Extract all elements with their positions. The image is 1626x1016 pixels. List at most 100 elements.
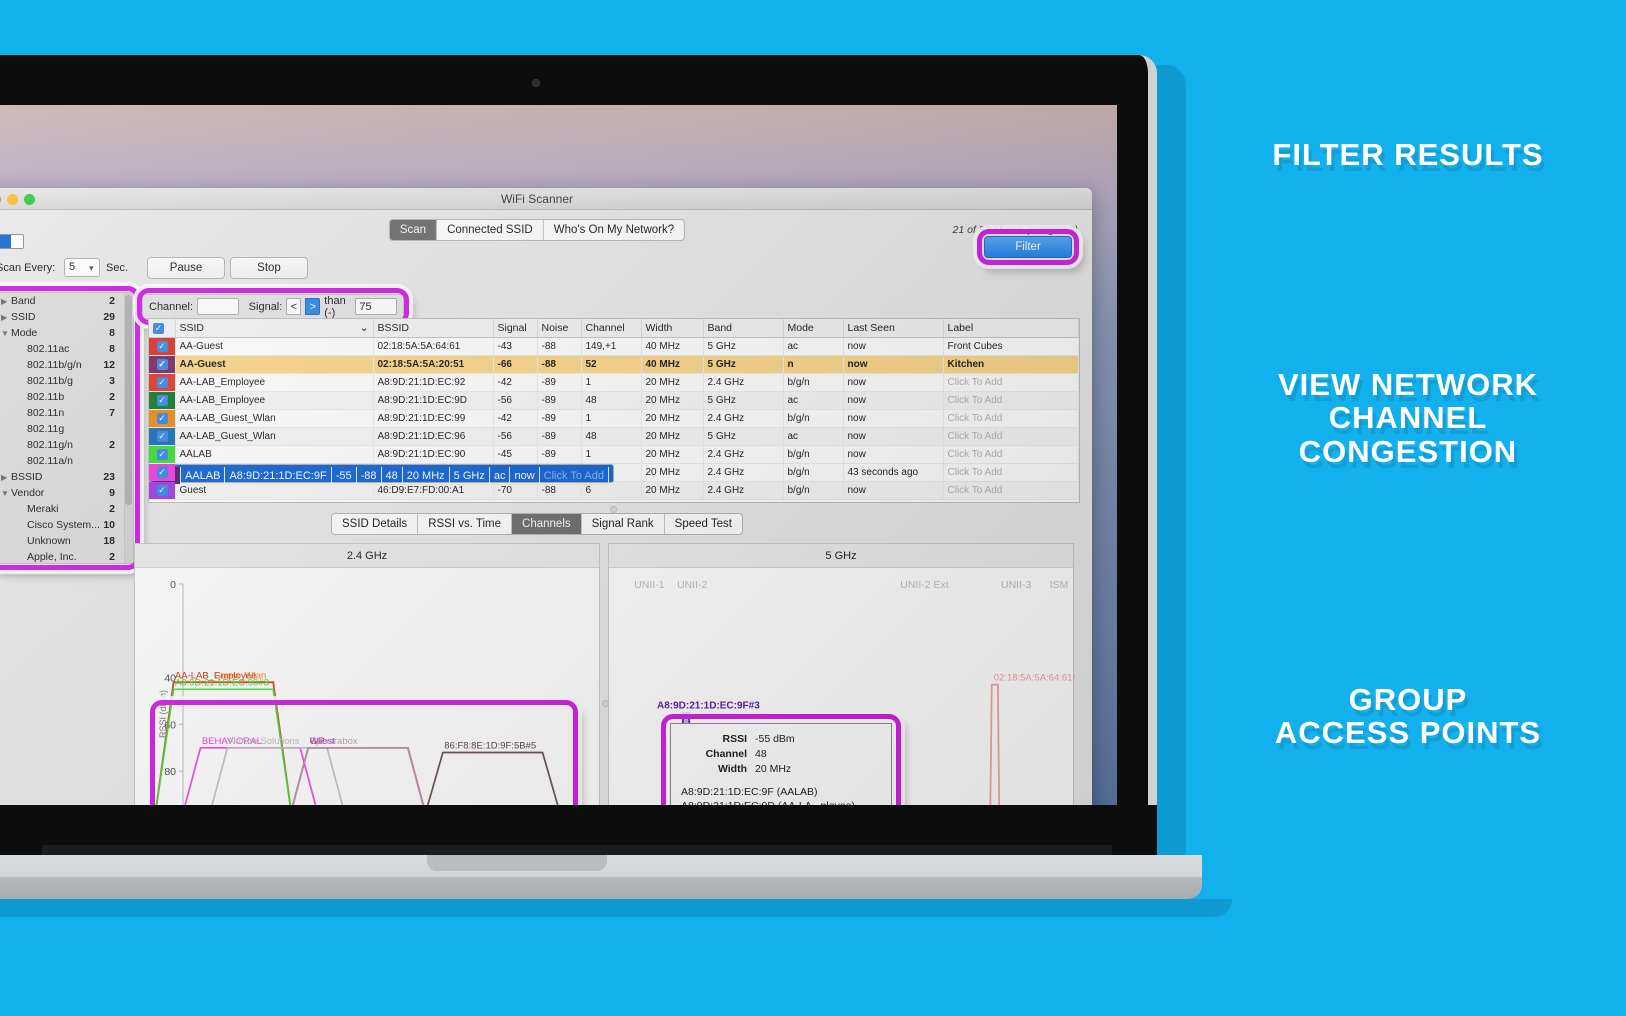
row-color-swatch-cell[interactable]: ✓ [149,464,176,482]
sidebar-item-802-11g-n[interactable]: 802.11g/n 2 [0,437,133,453]
window-traffic-lights[interactable] [0,194,35,205]
chevron-down-icon[interactable]: ▾ [89,263,94,274]
row-color-swatch-cell[interactable]: ✓ [149,337,176,356]
table-resize-nub[interactable] [610,506,617,513]
row-checkbox[interactable]: ✓ [156,413,168,424]
col-last-seen[interactable]: Last Seen [843,319,944,338]
sidebar-item-802-11b-g-n[interactable]: 802.11b/g/n 12 [0,357,133,373]
scan-interval-select[interactable]: 5 [64,258,100,277]
sidebar-item-802-11b-g[interactable]: 802.11b/g 3 [0,373,133,389]
disclosure-triangle-icon[interactable]: ▶ [1,297,11,306]
sidebar-item-802-11g[interactable]: 802.11g [0,421,133,437]
sidebar-item-mode[interactable]: ▼ Mode 8 [0,325,133,341]
main-tab-connected-ssid[interactable]: Connected SSID [437,220,544,240]
row-checkbox[interactable]: ✓ [156,449,168,460]
pause-button[interactable]: Pause [147,257,225,279]
sort-chevron-icon[interactable]: ⌄ [360,322,369,334]
row-color-swatch: ✓ [149,482,174,499]
view-tab-rssi-vs-time[interactable]: RSSI vs. Time [418,514,513,534]
disclosure-triangle-icon[interactable]: ▶ [1,313,11,322]
sidebar-item-802-11a-n[interactable]: 802.11a/n [0,453,133,469]
sidebar-item-bssid[interactable]: ▶ BSSID 23 [0,469,133,485]
sidebar-item-apple-inc[interactable]: Apple, Inc. 2 [0,549,133,563]
disclosure-triangle-icon[interactable]: ▼ [1,329,11,338]
main-tab-group[interactable]: Scan Connected SSID Who's On My Network? [388,219,686,241]
signal-threshold-input[interactable]: 75 [355,298,397,315]
sidebar-item-band[interactable]: ▶ Band 2 [0,293,133,309]
row-color-swatch-cell[interactable]: ✓ [149,391,176,410]
row-checkbox[interactable]: ✓ [156,341,168,352]
main-tab-scan[interactable]: Scan [389,220,438,240]
table-row[interactable]: ✓ AA-LAB_Guest_Wlan A8:9D:21:1D:EC:99 -42 -8… [149,409,1079,428]
disclosure-triangle-icon[interactable]: ▼ [1,489,11,498]
view-tab-group[interactable]: SSID Details RSSI vs. Time Channels Signal … [331,513,743,535]
sidebar-toggle-icon[interactable] [0,234,24,249]
stop-button[interactable]: Stop [230,257,308,279]
view-tab-ssid-details[interactable]: SSID Details [332,514,419,534]
view-tab-channels[interactable]: Channels [512,514,582,534]
main-tab-who-s-on-my-network[interactable]: Who's On My Network? [544,220,684,240]
col-bssid[interactable]: BSSID [373,319,494,338]
col-channel[interactable]: Channel [581,319,642,338]
less-than-toggle[interactable]: < [286,298,302,315]
table-row[interactable]: ✓ Guest 46:D9:E7:FD:00:A1 -70 -88 6 20 MHz 2.4 … [149,481,1079,500]
sidebar-item-meraki[interactable]: Meraki 2 [0,501,133,517]
table-row[interactable]: ✓ AA-Guest 02:18:5A:5A:64:61 -43 -88 149,+1 40… [149,337,1079,356]
table-row[interactable]: ✓ BEHAVIORAL 9C:5C:8E:BA:8A:E0 -70 -89 2 20 MH… [149,464,1079,482]
tooltip-width-value: 20 MHz [755,763,792,775]
table-row[interactable]: ✓ AA-Guest 02:18:5A:5A:20:51 -66 -88 52 40 MHz… [149,355,1079,374]
row-color-swatch-cell[interactable]: ✓ [149,409,176,428]
sidebar-scrollbar-thumb[interactable] [125,295,132,505]
row-checkbox[interactable]: ✓ [161,470,173,481]
minimize-icon[interactable] [7,194,18,205]
row-checkbox[interactable]: ✓ [156,467,168,478]
row-color-swatch-cell[interactable]: ✓ [149,427,176,446]
greater-than-toggle[interactable]: > [305,298,321,315]
filter-button[interactable]: Filter [984,236,1072,258]
sidebar-item-802-11b[interactable]: 802.11b 2 [0,389,133,405]
sidebar-item-unknown[interactable]: Unknown 18 [0,533,133,549]
row-color-swatch-cell[interactable]: ✓ [149,481,176,500]
row-color-swatch-cell[interactable]: ✓ [149,355,176,374]
row-checkbox[interactable]: ✓ [156,485,168,496]
col-signal[interactable]: Signal [493,319,538,338]
col-band[interactable]: Band [703,319,784,338]
select-all-checkbox[interactable]: ✓ [153,322,164,334]
row-checkbox[interactable]: ✓ [156,377,168,388]
channel-filter-input[interactable] [197,298,239,315]
sidebar-item-ssid[interactable]: ▶ SSID 29 [0,309,133,325]
cell-mode: b/g/n [783,409,844,428]
col-label[interactable]: Label [943,319,1079,338]
sidebar-scrollbar[interactable] [124,293,133,563]
maximize-icon[interactable] [24,194,35,205]
row-color-swatch-cell[interactable]: ✓ [154,467,181,485]
view-tab-signal-rank[interactable]: Signal Rank [582,514,665,534]
filter-tree-sidebar[interactable]: ▶ Band 2 ▶ SSID 29 ▼ Mode 8 802.11ac 8 802.11b/g/n 1… [0,292,134,564]
sidebar-item-cisco-system[interactable]: Cisco System... 10 [0,517,133,533]
col-mode[interactable]: Mode [783,319,844,338]
row-checkbox[interactable]: ✓ [156,359,168,370]
row-checkbox[interactable]: ✓ [156,395,168,406]
view-tab-speed-test[interactable]: Speed Test [665,514,742,534]
col-width[interactable]: Width [641,319,704,338]
table-row[interactable]: ✓ AALAB A8:9D:21:1D:EC:9F -55 -88 48 20 MHz 5 G… [149,464,614,485]
sidebar-item-802-11n[interactable]: 802.11n 7 [0,405,133,421]
disclosure-triangle-icon[interactable]: ▶ [1,473,11,482]
access-point-table[interactable]: ✓ SSID ⌄ BSSID Signal Noise Channel Widt… [148,318,1080,503]
row-checkbox[interactable]: ✓ [156,431,168,442]
table-row[interactable]: ✓ AA-LAB_Guest_Wlan A8:9D:21:1D:EC:96 -56 -8… [149,427,1079,446]
close-icon[interactable] [0,194,1,205]
chart-splitter-nub[interactable] [602,700,609,707]
laptop-screen: WiFi Scanner Scan Connected SSID Who's On … [0,105,1117,805]
row-color-swatch-cell[interactable]: ✓ [149,373,176,392]
col-noise[interactable]: Noise [537,319,582,338]
sidebar-item-count: 7 [109,407,115,419]
table-row[interactable]: ✓ AA-LAB_Employee A8:9D:21:1D:EC:92 -42 -89 1… [149,373,1079,392]
row-color-swatch-cell[interactable]: ✓ [149,445,176,464]
sidebar-item-802-11ac[interactable]: 802.11ac 8 [0,341,133,357]
col-ssid[interactable]: SSID ⌄ [175,319,374,338]
sidebar-item-vendor[interactable]: ▼ Vendor 9 [0,485,133,501]
select-all-checkbox-cell[interactable]: ✓ [149,319,176,338]
table-row[interactable]: ✓ AALAB A8:9D:21:1D:EC:90 -45 -89 1 20 MHz 2.4 … [149,445,1079,464]
table-row[interactable]: ✓ AA-LAB_Employee A8:9D:21:1D:EC:9D -56 -89 4… [149,391,1079,410]
